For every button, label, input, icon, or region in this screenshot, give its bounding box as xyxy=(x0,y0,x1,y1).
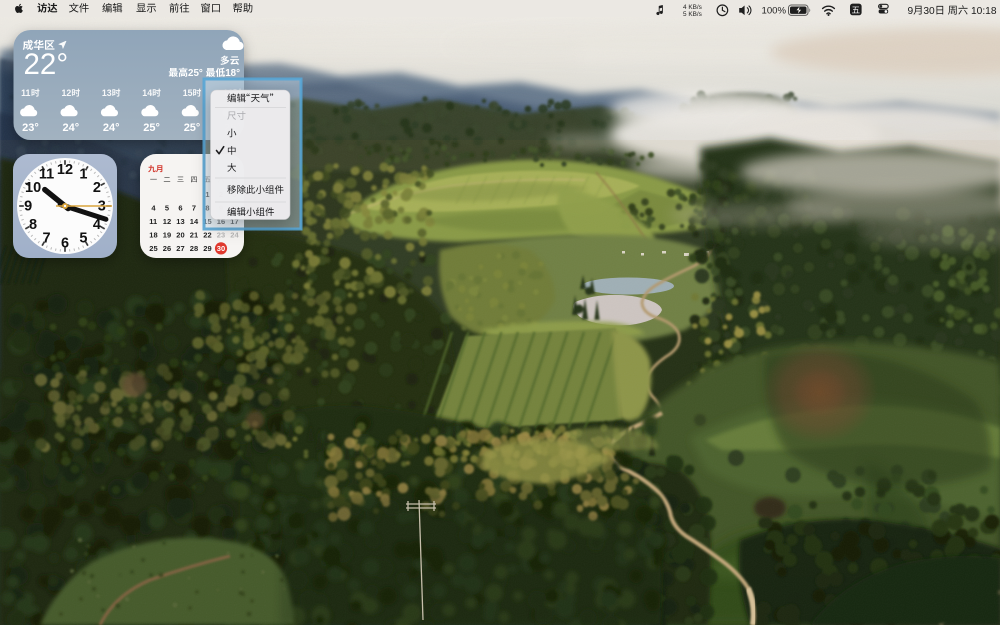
svg-text:100%: 100% xyxy=(762,6,787,17)
svg-text:25°: 25° xyxy=(188,68,203,79)
svg-text:27: 27 xyxy=(176,244,184,253)
svg-text:10:18: 10:18 xyxy=(971,6,997,17)
svg-text:2: 2 xyxy=(93,180,101,196)
svg-text:1: 1 xyxy=(79,167,87,183)
svg-text:24°: 24° xyxy=(103,122,120,134)
svg-text:18°: 18° xyxy=(225,68,240,79)
svg-text:19: 19 xyxy=(163,231,171,240)
svg-text:9: 9 xyxy=(908,6,914,17)
svg-text:24: 24 xyxy=(230,231,239,240)
svg-text:30: 30 xyxy=(217,244,225,253)
svg-text:9: 9 xyxy=(24,199,32,215)
svg-text:28: 28 xyxy=(190,244,198,253)
svg-text:22: 22 xyxy=(203,231,211,240)
svg-text:13: 13 xyxy=(176,217,184,226)
svg-text:5: 5 xyxy=(165,204,169,213)
svg-text:25°: 25° xyxy=(184,122,201,134)
svg-text:20: 20 xyxy=(176,231,184,240)
svg-text:5: 5 xyxy=(79,231,87,247)
svg-text:29: 29 xyxy=(203,244,211,253)
svg-text:12: 12 xyxy=(62,88,72,98)
svg-text:7: 7 xyxy=(43,231,51,247)
svg-text:21: 21 xyxy=(190,231,198,240)
svg-text:30: 30 xyxy=(923,6,935,17)
svg-text:22°: 22° xyxy=(24,48,69,81)
svg-text:23: 23 xyxy=(217,231,225,240)
svg-text:26: 26 xyxy=(163,244,171,253)
svg-text:14: 14 xyxy=(190,217,199,226)
svg-text:6: 6 xyxy=(178,204,182,213)
svg-text:11: 11 xyxy=(39,167,54,183)
svg-text:15: 15 xyxy=(183,88,193,98)
svg-text:12: 12 xyxy=(57,162,73,178)
svg-text:5 KB/s: 5 KB/s xyxy=(683,11,702,18)
svg-text:18: 18 xyxy=(149,231,157,240)
svg-text:25°: 25° xyxy=(143,122,160,134)
svg-text:23°: 23° xyxy=(22,122,39,134)
svg-text:7: 7 xyxy=(192,204,196,213)
svg-text:8: 8 xyxy=(29,217,37,233)
svg-text:13: 13 xyxy=(102,88,112,98)
svg-text:11: 11 xyxy=(149,217,157,226)
svg-text:25: 25 xyxy=(149,244,157,253)
svg-text:14: 14 xyxy=(142,88,152,98)
svg-text:6: 6 xyxy=(61,235,69,251)
svg-text:11: 11 xyxy=(21,88,30,98)
svg-text:12: 12 xyxy=(163,217,171,226)
svg-text:4 KB/s: 4 KB/s xyxy=(683,4,702,11)
svg-text:24°: 24° xyxy=(63,122,80,134)
